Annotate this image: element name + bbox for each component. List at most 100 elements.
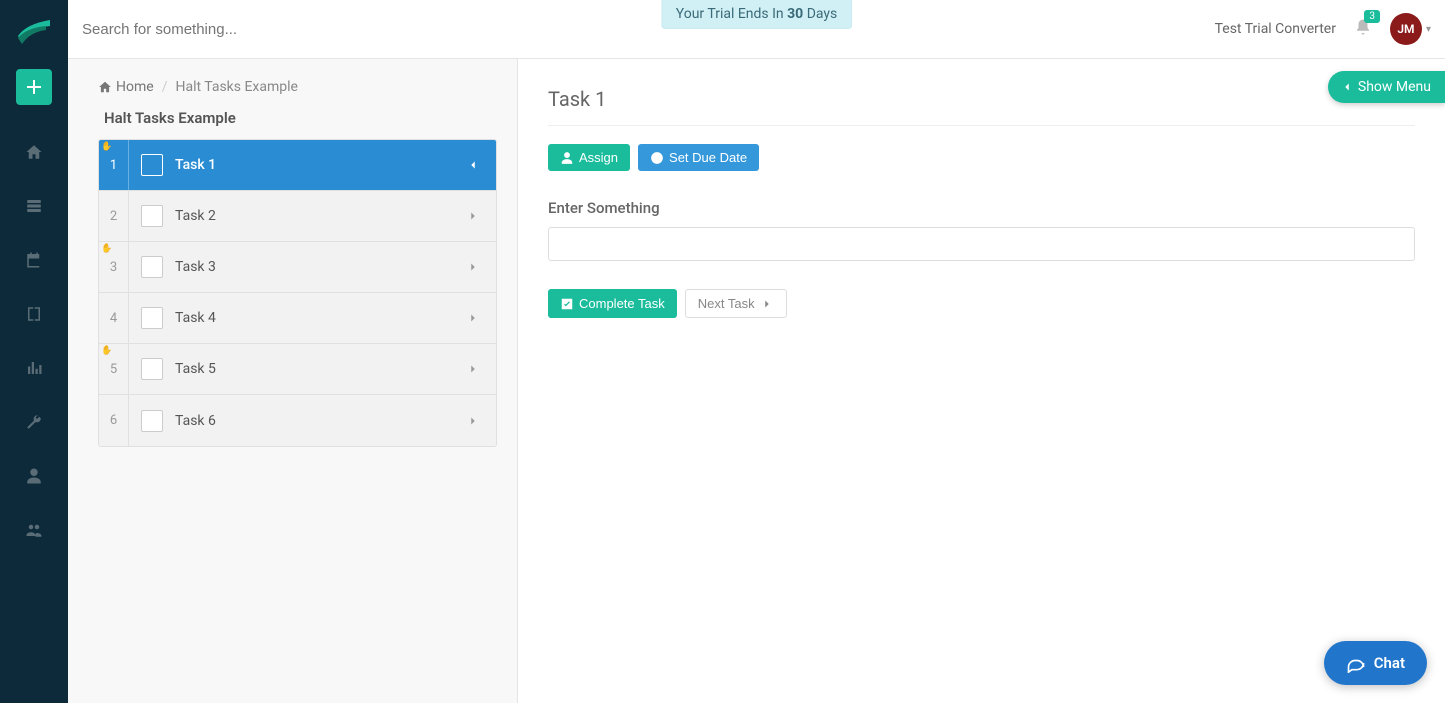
task-number: 6 bbox=[99, 395, 129, 446]
chevron-right-icon bbox=[466, 310, 496, 326]
trial-banner[interactable]: Your Trial Ends In 30 Days bbox=[661, 0, 853, 29]
logo-icon bbox=[16, 16, 52, 44]
next-task-button[interactable]: Next Task bbox=[685, 289, 787, 318]
content: Home / Halt Tasks Example Halt Tasks Exa… bbox=[68, 59, 1445, 703]
nav-user[interactable] bbox=[0, 449, 68, 503]
plus-icon bbox=[27, 80, 41, 94]
nav-home[interactable] bbox=[0, 125, 68, 179]
chevron-right-icon bbox=[466, 361, 496, 377]
task-checkbox[interactable] bbox=[141, 205, 163, 227]
task-row[interactable]: 2 Task 2 bbox=[99, 191, 496, 242]
chevron-right-icon bbox=[466, 413, 496, 429]
panel-title: Halt Tasks Example bbox=[98, 109, 497, 127]
form-field-input[interactable] bbox=[548, 227, 1415, 261]
app-root: Your Trial Ends In 30 Days Test Trial Co… bbox=[0, 0, 1445, 703]
task-checkbox[interactable] bbox=[141, 154, 163, 176]
halt-icon: ✋ bbox=[101, 244, 112, 254]
stack-icon bbox=[25, 197, 43, 215]
account-label[interactable]: Test Trial Converter bbox=[1215, 21, 1336, 37]
breadcrumb: Home / Halt Tasks Example bbox=[98, 79, 497, 95]
task-label: Task 3 bbox=[175, 259, 466, 275]
breadcrumb-current: Halt Tasks Example bbox=[175, 79, 298, 95]
nav-book[interactable] bbox=[0, 287, 68, 341]
task-checkbox[interactable] bbox=[141, 307, 163, 329]
next-task-label: Next Task bbox=[698, 296, 755, 311]
chat-button[interactable]: Chat bbox=[1324, 641, 1427, 685]
task-label: Task 2 bbox=[175, 208, 466, 224]
users-icon bbox=[25, 521, 43, 539]
task-row[interactable]: 5✋ Task 5 bbox=[99, 344, 496, 395]
main-area: Your Trial Ends In 30 Days Test Trial Co… bbox=[68, 0, 1445, 703]
assign-button[interactable]: Assign bbox=[548, 144, 630, 171]
task-row[interactable]: 1✋Task 1 bbox=[99, 140, 496, 191]
chevron-right-icon bbox=[466, 208, 496, 224]
avatar: JM bbox=[1390, 13, 1422, 45]
book-icon bbox=[25, 305, 43, 323]
task-checkbox[interactable] bbox=[141, 256, 163, 278]
set-due-date-label: Set Due Date bbox=[669, 150, 747, 165]
task-list: 1✋Task 12 Task 2 3✋ Task 3 4 Task 4 5✋ Task 5 6 T… bbox=[98, 139, 497, 447]
home-icon bbox=[98, 80, 112, 94]
task-checkbox[interactable] bbox=[141, 358, 163, 380]
nav-reports[interactable] bbox=[0, 341, 68, 395]
wrench-icon bbox=[25, 413, 43, 431]
chat-icon bbox=[1346, 653, 1366, 673]
user-menu[interactable]: JM ▾ bbox=[1390, 13, 1431, 45]
task-checkbox[interactable] bbox=[141, 410, 163, 432]
task-number: 5✋ bbox=[99, 344, 129, 394]
nav-users[interactable] bbox=[0, 503, 68, 557]
logo[interactable] bbox=[0, 0, 68, 59]
task-number: 2 bbox=[99, 191, 129, 241]
task-number: 4 bbox=[99, 293, 129, 343]
chevron-right-icon bbox=[466, 259, 496, 275]
halt-icon: ✋ bbox=[101, 346, 112, 356]
chevron-right-icon bbox=[760, 297, 774, 311]
breadcrumb-separator: / bbox=[162, 79, 168, 95]
chart-icon bbox=[25, 359, 43, 377]
task-detail-panel: Task 1 Assign Set Due Date Enter Somethi… bbox=[518, 59, 1445, 703]
form-field-label: Enter Something bbox=[548, 199, 1415, 217]
add-button[interactable] bbox=[16, 69, 52, 105]
search-input[interactable] bbox=[82, 21, 482, 38]
task-number: 3✋ bbox=[99, 242, 129, 292]
nav-library[interactable] bbox=[0, 179, 68, 233]
task-row[interactable]: 6 Task 6 bbox=[99, 395, 496, 446]
nav-settings[interactable] bbox=[0, 395, 68, 449]
user-icon bbox=[25, 467, 43, 485]
chat-label: Chat bbox=[1374, 654, 1405, 672]
sidebar-nav bbox=[0, 0, 68, 703]
nav-calendar[interactable] bbox=[0, 233, 68, 287]
topbar: Your Trial Ends In 30 Days Test Trial Co… bbox=[68, 0, 1445, 59]
trial-banner-suffix: Days bbox=[803, 6, 837, 22]
task-row[interactable]: 3✋ Task 3 bbox=[99, 242, 496, 293]
show-menu-label: Show Menu bbox=[1358, 79, 1431, 95]
show-menu-button[interactable]: Show Menu bbox=[1328, 71, 1445, 103]
task-row[interactable]: 4 Task 4 bbox=[99, 293, 496, 344]
notification-badge: 3 bbox=[1364, 10, 1380, 23]
breadcrumb-home-label: Home bbox=[116, 79, 154, 95]
clock-icon bbox=[650, 151, 664, 165]
caret-down-icon: ▾ bbox=[1426, 24, 1431, 35]
task-number: 1✋ bbox=[99, 140, 129, 190]
task-label: Task 4 bbox=[175, 310, 466, 326]
halt-icon: ✋ bbox=[101, 142, 112, 152]
set-due-date-button[interactable]: Set Due Date bbox=[638, 144, 759, 171]
chevron-left-icon bbox=[466, 157, 496, 173]
task-detail-title: Task 1 bbox=[548, 87, 1415, 126]
complete-row: Complete Task Next Task bbox=[548, 289, 1415, 318]
check-icon bbox=[560, 297, 574, 311]
trial-banner-prefix: Your Trial Ends In bbox=[676, 6, 787, 22]
task-label: Task 5 bbox=[175, 361, 466, 377]
task-label: Task 6 bbox=[175, 413, 466, 429]
assign-button-label: Assign bbox=[579, 150, 618, 165]
user-icon bbox=[560, 151, 574, 165]
topbar-right: Test Trial Converter 3 JM ▾ bbox=[1215, 13, 1431, 45]
breadcrumb-home[interactable]: Home bbox=[98, 79, 154, 95]
complete-task-button[interactable]: Complete Task bbox=[548, 289, 677, 318]
home-icon bbox=[25, 143, 43, 161]
trial-banner-days: 30 bbox=[787, 6, 803, 22]
notifications-button[interactable]: 3 bbox=[1354, 18, 1372, 40]
task-list-panel: Home / Halt Tasks Example Halt Tasks Exa… bbox=[68, 59, 518, 703]
calendar-icon bbox=[25, 251, 43, 269]
action-buttons: Assign Set Due Date bbox=[548, 144, 1415, 171]
